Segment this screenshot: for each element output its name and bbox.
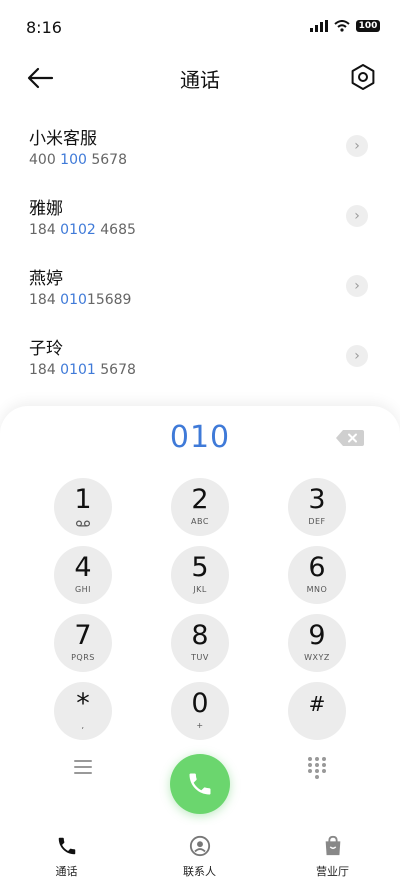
status-bar: 8:16 100 [0, 0, 400, 56]
contact-icon [189, 835, 210, 857]
key-1[interactable]: 1 [54, 478, 112, 536]
status-icons: 100 [310, 20, 380, 32]
call-button[interactable] [170, 754, 230, 814]
tab-contacts[interactable]: 联系人 [133, 825, 266, 889]
page-title: 通话 [180, 68, 220, 92]
key-star[interactable]: *, [54, 682, 112, 740]
signal-icon [310, 20, 328, 32]
contact-name: 雅娜 [29, 199, 63, 219]
backspace-icon[interactable] [336, 430, 364, 446]
list-item[interactable]: 子玲 184 0101 5678 › [0, 322, 400, 392]
phone-icon [189, 773, 211, 795]
dialer-panel: 010 1 2 ABC 3 DEF 4 GHI 5 JKL 6 MNO 7 PQ… [0, 406, 400, 825]
key-8[interactable]: 8 TUV [171, 614, 229, 672]
tab-bar: 通话 联系人 营业厅 [0, 825, 400, 889]
list-item[interactable]: 燕婷 184 01015689 › [0, 252, 400, 322]
list-item[interactable]: 小米客服 400 100 5678 › [0, 112, 400, 182]
contact-name: 小米客服 [29, 129, 97, 149]
contact-number: 400 100 5678 [29, 152, 127, 168]
contact-number: 184 0102 4685 [29, 222, 136, 238]
contact-number: 184 01015689 [29, 292, 132, 308]
tab-calls[interactable]: 通话 [0, 825, 133, 889]
settings-icon[interactable] [348, 62, 378, 92]
contact-name: 燕婷 [29, 269, 63, 289]
contact-name: 子玲 [29, 339, 63, 359]
key-3[interactable]: 3 DEF [288, 478, 346, 536]
voicemail-icon [76, 520, 90, 527]
contact-list: 小米客服 400 100 5678 › 雅娜 184 0102 4685 › 燕… [0, 112, 400, 392]
key-hash[interactable]: # [288, 682, 346, 740]
chevron-right-icon[interactable]: › [346, 345, 368, 367]
chevron-right-icon[interactable]: › [346, 135, 368, 157]
tab-store[interactable]: 营业厅 [266, 825, 399, 889]
key-7[interactable]: 7 PQRS [54, 614, 112, 672]
tab-label: 联系人 [183, 865, 216, 878]
menu-icon[interactable] [70, 754, 96, 780]
status-time: 8:16 [26, 18, 62, 37]
key-6[interactable]: 6 MNO [288, 546, 346, 604]
key-4[interactable]: 4 GHI [54, 546, 112, 604]
header: 通话 [0, 56, 400, 100]
contact-number: 184 0101 5678 [29, 362, 136, 378]
battery-icon: 100 [356, 20, 380, 32]
key-2[interactable]: 2 ABC [171, 478, 229, 536]
wifi-icon [334, 20, 350, 32]
dialpad-icon[interactable] [304, 754, 330, 780]
tab-label: 通话 [55, 865, 78, 878]
tab-label: 营业厅 [316, 865, 349, 878]
key-5[interactable]: 5 JKL [171, 546, 229, 604]
list-item[interactable]: 雅娜 184 0102 4685 › [0, 182, 400, 252]
key-0[interactable]: 0 + [171, 682, 229, 740]
chevron-right-icon[interactable]: › [346, 275, 368, 297]
phone-icon [58, 837, 75, 855]
key-9[interactable]: 9 WXYZ [288, 614, 346, 672]
bag-icon [325, 835, 340, 856]
chevron-right-icon[interactable]: › [346, 205, 368, 227]
